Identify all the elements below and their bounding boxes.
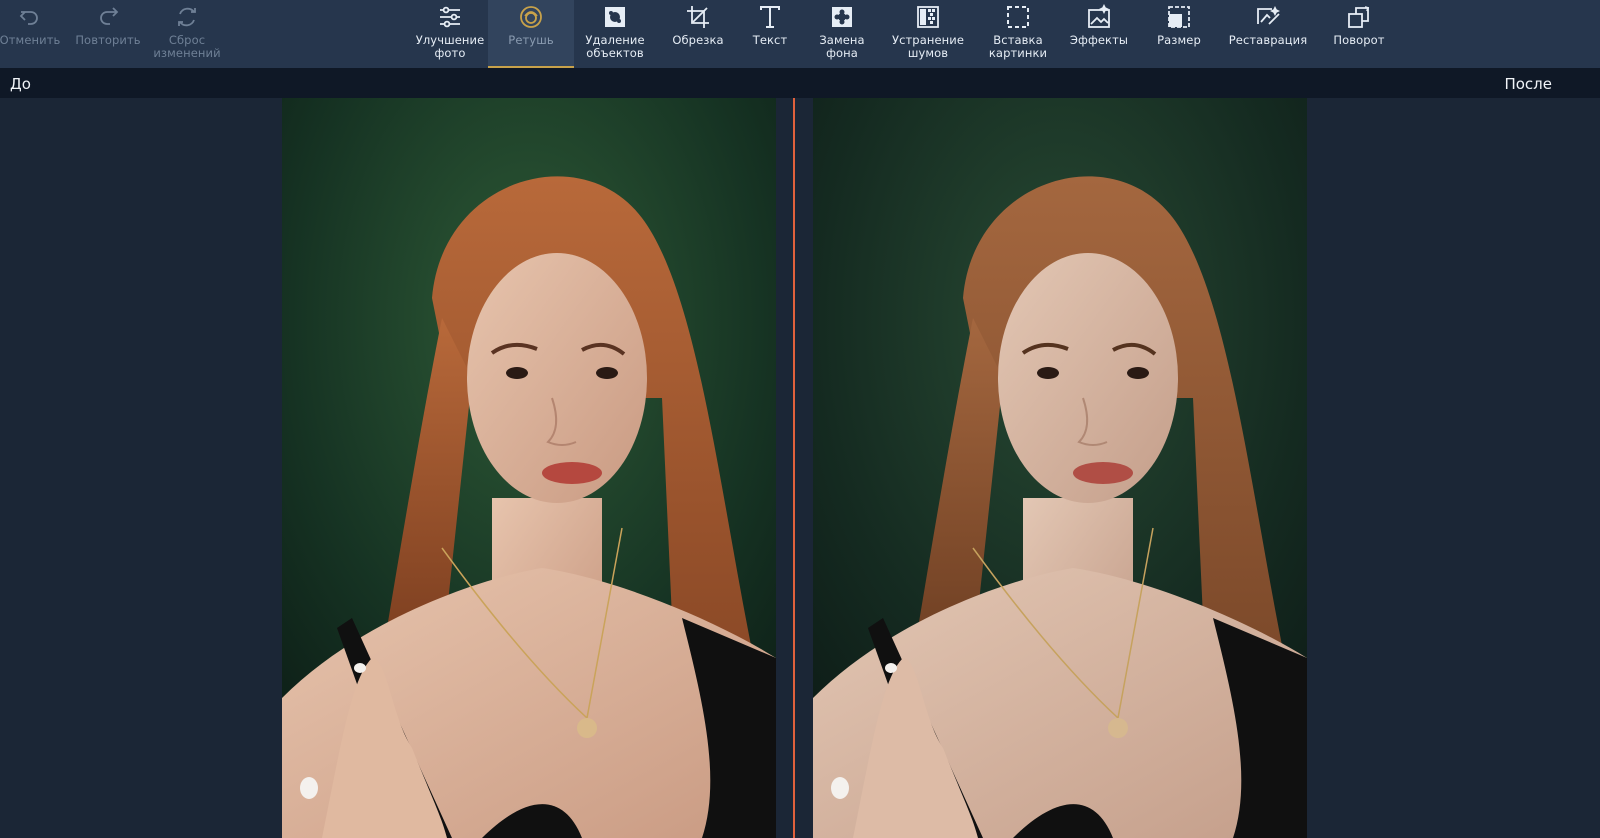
restoration-icon <box>1255 5 1281 29</box>
retouch-face-icon <box>518 5 544 29</box>
reset-button[interactable]: Сброс изменений <box>148 0 226 68</box>
rotate-icon <box>1346 5 1372 29</box>
top-toolbar: Отменить Повторить Сброс изменений Улучш… <box>0 0 1600 68</box>
tool-retouch[interactable]: Ретушь <box>488 0 574 68</box>
resize-icon <box>1166 5 1192 29</box>
effects-icon <box>1086 4 1112 29</box>
before-label: До <box>10 75 31 93</box>
tool-text[interactable]: Текст <box>740 0 800 68</box>
tool-rotate[interactable]: Поворот <box>1322 0 1396 68</box>
redo-button[interactable]: Повторить <box>70 0 146 68</box>
insert-picture-icon <box>1005 5 1031 29</box>
redo-icon <box>95 5 121 29</box>
denoise-icon <box>915 5 941 29</box>
tool-object-removal[interactable]: Удаление объектов <box>576 0 654 68</box>
reset-icon <box>174 5 200 29</box>
object-removal-icon <box>602 5 628 29</box>
background-replace-icon <box>829 5 855 29</box>
tool-effects[interactable]: Эффекты <box>1062 0 1136 68</box>
compare-label-bar: До После <box>0 68 1600 98</box>
undo-button[interactable]: Отменить <box>0 0 60 68</box>
crop-icon <box>685 5 711 29</box>
after-label: После <box>1504 75 1552 93</box>
undo-icon <box>17 5 43 29</box>
before-photo <box>282 98 776 838</box>
after-photo <box>813 98 1307 838</box>
tool-restoration[interactable]: Реставрация <box>1218 0 1318 68</box>
tool-enhance[interactable]: Улучшение фото <box>410 0 490 68</box>
tool-background-replace[interactable]: Замена фона <box>806 0 878 68</box>
tool-resize[interactable]: Размер <box>1144 0 1214 68</box>
sliders-icon <box>437 5 463 29</box>
text-icon <box>757 5 783 29</box>
compare-divider-handle[interactable] <box>793 98 795 838</box>
tool-denoise[interactable]: Устранение шумов <box>882 0 974 68</box>
compare-canvas <box>0 98 1600 838</box>
tool-crop[interactable]: Обрезка <box>662 0 734 68</box>
tool-insert-picture[interactable]: Вставка картинки <box>978 0 1058 68</box>
